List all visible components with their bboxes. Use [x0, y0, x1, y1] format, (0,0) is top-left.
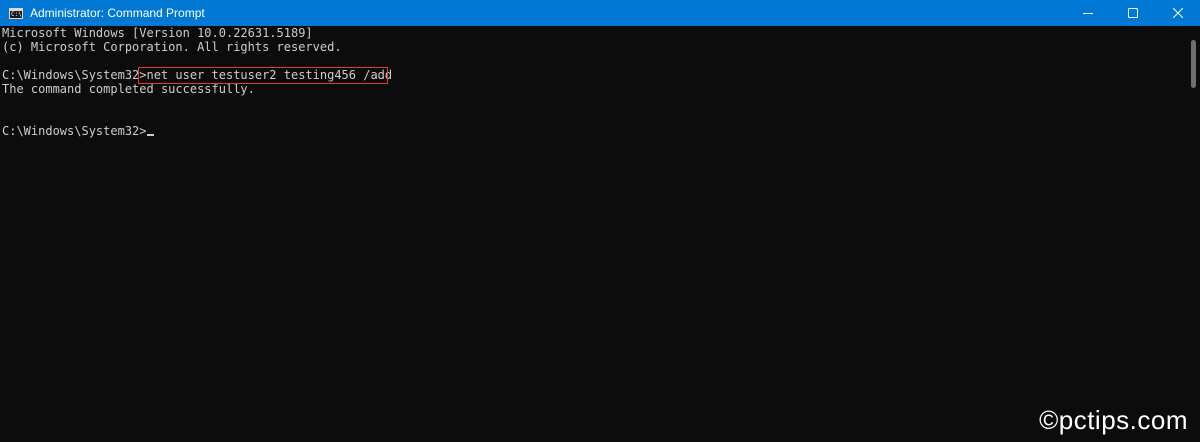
window-controls: [1065, 0, 1200, 26]
window-title: Administrator: Command Prompt: [30, 6, 205, 20]
title-bar[interactable]: C:\ Administrator: Command Prompt: [0, 0, 1200, 26]
console-line: The command completed successfully.: [2, 82, 255, 96]
close-icon: [1172, 8, 1183, 18]
maximize-icon: [1127, 8, 1138, 18]
maximize-button[interactable]: [1110, 0, 1155, 26]
text-cursor: [146, 134, 154, 136]
console-line: (c) Microsoft Corporation. All rights re…: [2, 40, 342, 54]
close-button[interactable]: [1155, 0, 1200, 26]
minimize-button[interactable]: [1065, 0, 1110, 26]
command-highlight-box: [138, 67, 388, 84]
cmd-icon-glyph: C:\: [11, 10, 22, 18]
console-prompt-line[interactable]: C:\Windows\System32>: [2, 124, 154, 138]
watermark: ©pctips.com: [1039, 405, 1188, 435]
minimize-icon: [1082, 13, 1093, 14]
scrollbar-thumb[interactable]: [1191, 40, 1196, 88]
console-prompt: C:\Windows\System32>: [2, 124, 147, 138]
cmd-icon[interactable]: C:\: [9, 7, 23, 19]
console-output[interactable]: Microsoft Windows [Version 10.0.22631.51…: [0, 26, 1186, 442]
console-line: Microsoft Windows [Version 10.0.22631.51…: [2, 26, 313, 40]
vertical-scrollbar[interactable]: [1186, 26, 1200, 442]
